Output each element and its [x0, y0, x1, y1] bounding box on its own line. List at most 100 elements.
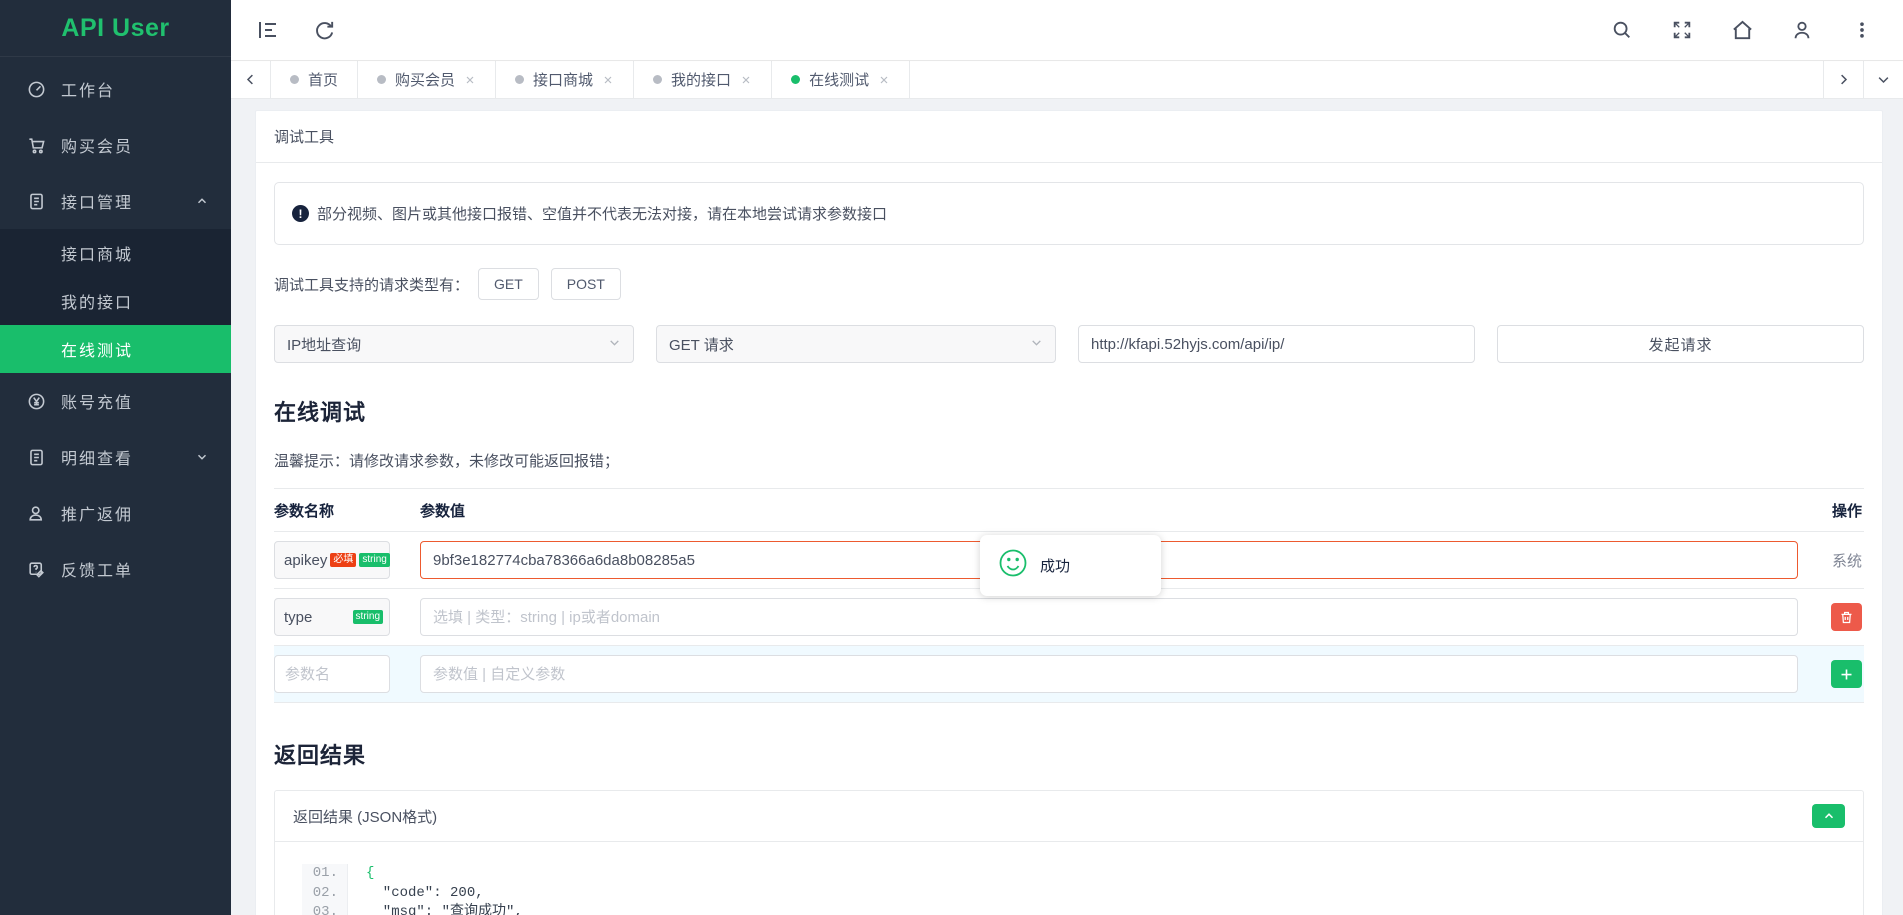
send-request-button[interactable]: 发起请求 — [1497, 325, 1864, 363]
recharge-icon — [27, 392, 46, 411]
sidebar-item-label: 购买会员 — [61, 133, 209, 157]
type-value-input[interactable] — [420, 598, 1798, 636]
tab-api-market[interactable]: 接口商城 — [496, 61, 634, 98]
code-line: 03. "msg": "查询成功", — [302, 903, 1845, 915]
sidebar-item-details[interactable]: 明细查看 — [0, 429, 231, 485]
feedback-icon — [27, 560, 46, 579]
tab-status-dot — [515, 75, 524, 84]
result-panel: 返回结果 (JSON格式) 01.{ 02. "code": 200, 03. … — [274, 790, 1864, 915]
type-tag: string — [353, 610, 383, 624]
sidebar-subitem-label: 在线测试 — [61, 337, 133, 361]
tab-label: 接口商城 — [533, 69, 593, 90]
sidebar-subitem-label: 接口商城 — [61, 241, 133, 265]
close-icon[interactable] — [878, 74, 890, 86]
post-type-button[interactable]: POST — [551, 268, 621, 300]
sidebar-item-label: 明细查看 — [61, 445, 195, 469]
sidebar-nav: 工作台 购买会员 接口管理 接口商城 — [0, 57, 231, 597]
detail-icon — [27, 448, 46, 467]
request-controls-row: IP地址查询 GET 请求 发起请求 — [274, 325, 1864, 363]
header-param-name: 参数名称 — [274, 500, 390, 521]
tab-list: 首页 购买会员 接口商城 我的接口 — [271, 61, 1823, 98]
sidebar-item-buy-membership[interactable]: 购买会员 — [0, 117, 231, 173]
main-column: 首页 购买会员 接口商城 我的接口 — [231, 0, 1903, 915]
required-tag: 必填 — [330, 553, 356, 567]
sidebar-item-online-test[interactable]: 在线测试 — [0, 325, 231, 373]
toast-text: 成功 — [1040, 555, 1070, 576]
sidebar-item-label: 反馈工单 — [61, 557, 209, 581]
sidebar-item-label: 账号充值 — [61, 389, 209, 413]
sidebar-submenu-api: 接口商城 我的接口 在线测试 — [0, 229, 231, 373]
code-line: 02. "code": 200, — [302, 884, 1845, 904]
param-row-type: type string — [274, 589, 1864, 646]
api-select[interactable]: IP地址查询 — [274, 325, 634, 363]
param-name: type — [284, 609, 350, 626]
sidebar-item-recharge[interactable]: 账号充值 — [0, 373, 231, 429]
param-table: 参数名称 参数值 操作 apikey 必填 string — [274, 488, 1864, 703]
card-title: 调试工具 — [256, 111, 1882, 163]
close-icon[interactable] — [740, 74, 752, 86]
tab-status-dot — [791, 75, 800, 84]
tab-online-test[interactable]: 在线测试 — [772, 61, 910, 98]
add-param-button[interactable] — [1831, 660, 1862, 688]
tabs-scroll-right-button[interactable] — [1823, 61, 1863, 98]
json-result-code: 01.{ 02. "code": 200, 03. "msg": "查询成功",… — [302, 864, 1845, 915]
tabbar: 首页 购买会员 接口商城 我的接口 — [231, 60, 1903, 99]
tab-label: 首页 — [308, 69, 338, 90]
custom-param-name-input[interactable] — [274, 655, 390, 693]
header-param-value: 参数值 — [420, 500, 1798, 521]
method-select[interactable]: GET 请求 — [656, 325, 1056, 363]
document-icon — [27, 192, 46, 211]
sidebar-item-api-management[interactable]: 接口管理 — [0, 173, 231, 229]
notice-alert: ! 部分视频、图片或其他接口报错、空值并不代表无法对接，请在本地尝试请求参数接口 — [274, 182, 1864, 245]
tab-status-dot — [290, 75, 299, 84]
app-root: API User 工作台 购买会员 接口管理 — [0, 0, 1903, 915]
alert-exclamation-icon: ! — [292, 205, 309, 222]
request-types-label: 调试工具支持的请求类型有： — [274, 274, 469, 295]
tab-buy-membership[interactable]: 购买会员 — [358, 61, 496, 98]
sidebar: API User 工作台 购买会员 接口管理 — [0, 0, 231, 915]
refresh-icon[interactable] — [311, 17, 337, 43]
sidebar-item-label: 工作台 — [61, 77, 209, 101]
delete-param-button[interactable] — [1831, 603, 1862, 631]
online-debug-tip: 温馨提示：请修改请求参数，未修改可能返回报错； — [274, 450, 1864, 471]
topbar — [231, 0, 1903, 60]
get-type-button[interactable]: GET — [478, 268, 539, 300]
sidebar-item-referral[interactable]: 推广返佣 — [0, 485, 231, 541]
user-icon[interactable] — [1789, 17, 1815, 43]
collapse-result-button[interactable] — [1812, 804, 1845, 828]
header-action: 操作 — [1798, 500, 1864, 521]
tab-label: 我的接口 — [671, 69, 731, 90]
content-area: 调试工具 ! 部分视频、图片或其他接口报错、空值并不代表无法对接，请在本地尝试请… — [231, 99, 1903, 915]
sidebar-item-workbench[interactable]: 工作台 — [0, 61, 231, 117]
tab-home[interactable]: 首页 — [271, 61, 358, 98]
tab-status-dot — [377, 75, 386, 84]
fullscreen-icon[interactable] — [1669, 17, 1695, 43]
home-icon[interactable] — [1729, 17, 1755, 43]
smiley-success-icon — [998, 548, 1028, 583]
sidebar-item-label: 推广返佣 — [61, 501, 209, 525]
chevron-down-icon — [1030, 336, 1043, 353]
more-menu-icon[interactable] — [1849, 17, 1875, 43]
type-tag: string — [359, 553, 389, 567]
sidebar-item-label: 接口管理 — [61, 189, 195, 213]
tab-my-apis[interactable]: 我的接口 — [634, 61, 772, 98]
online-debug-heading: 在线调试 — [274, 395, 1864, 427]
custom-param-value-input[interactable] — [420, 655, 1798, 693]
referral-icon — [27, 504, 46, 523]
url-input[interactable] — [1078, 325, 1475, 363]
close-icon[interactable] — [602, 74, 614, 86]
code-line: 01.{ — [302, 864, 1845, 884]
param-name-box: type string — [274, 598, 390, 636]
tab-status-dot — [653, 75, 662, 84]
tab-label: 购买会员 — [395, 69, 455, 90]
sidebar-item-api-market[interactable]: 接口商城 — [0, 229, 231, 277]
method-select-value: GET 请求 — [669, 334, 734, 355]
tabs-scroll-left-button[interactable] — [231, 61, 271, 98]
sidebar-item-my-apis[interactable]: 我的接口 — [0, 277, 231, 325]
tabs-dropdown-button[interactable] — [1863, 61, 1903, 98]
collapse-sidebar-icon[interactable] — [255, 17, 281, 43]
close-icon[interactable] — [464, 74, 476, 86]
chevron-down-icon — [608, 336, 621, 353]
sidebar-item-feedback[interactable]: 反馈工单 — [0, 541, 231, 597]
search-icon[interactable] — [1609, 17, 1635, 43]
